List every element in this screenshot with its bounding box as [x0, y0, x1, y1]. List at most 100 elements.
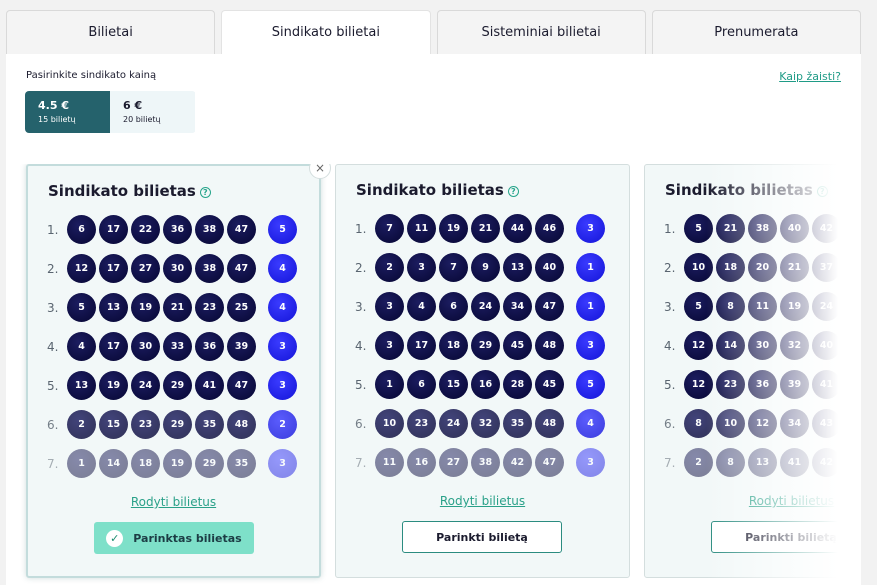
main-number-ball: 7 [375, 214, 404, 243]
show-tickets-link[interactable]: Rodyti bilietus [336, 494, 629, 508]
main-number-ball: 10 [684, 253, 713, 282]
main-number-ball: 32 [471, 409, 500, 438]
main-number-ball: 48 [227, 410, 256, 439]
card-title: Sindikato bilietas? [48, 182, 211, 200]
main-number-ball: 17 [99, 215, 128, 244]
main-number-ball: 24 [471, 292, 500, 321]
help-icon[interactable]: ? [507, 186, 519, 197]
main-number-ball: 11 [748, 292, 777, 321]
main-number-ball: 36 [195, 332, 224, 361]
main-number-ball: 21 [163, 293, 192, 322]
main-number-ball: 12 [684, 370, 713, 399]
price-amount: 6 € [123, 99, 143, 112]
card-title-text: Sindikato bilietas [48, 182, 196, 200]
ticket-row: 3. 5 8 11 19 24 [664, 292, 861, 322]
main-number-ball: 13 [748, 448, 777, 477]
main-number-ball: 48 [535, 409, 564, 438]
button-label: Parinkti bilietą [745, 530, 837, 544]
main-number-ball: 11 [407, 214, 436, 243]
price-option-6[interactable]: 6 € 20 bilietų [110, 91, 195, 133]
main-number-ball: 30 [748, 331, 777, 360]
main-number-ball: 21 [780, 253, 809, 282]
syndicate-ticket-card[interactable]: Sindikato bilietas? × 1. 6 17 22 36 38 47 5 2. 12 17… [26, 164, 331, 578]
main-number-ball: 6 [439, 292, 468, 321]
main-number-ball: 38 [195, 254, 224, 283]
main-number-ball: 47 [535, 448, 564, 477]
card-title: Sindikato bilietas? [356, 181, 519, 199]
show-tickets-link[interactable]: Rodyti bilietus [645, 494, 861, 508]
main-number-ball: 23 [407, 409, 436, 438]
row-number: 2. [47, 262, 59, 276]
main-number-ball: 23 [195, 293, 224, 322]
ticket-row: 5. 13 19 24 29 41 47 3 [47, 371, 307, 401]
row-number: 2. [664, 261, 676, 275]
main-number-ball: 11 [375, 448, 404, 477]
main-number-ball: 40 [812, 331, 841, 360]
select-ticket-button[interactable]: Parinkti bilietą [402, 521, 562, 553]
main-number-ball: 2 [67, 410, 96, 439]
main-number-ball: 38 [471, 448, 500, 477]
main-number-ball: 4 [67, 332, 96, 361]
main-number-ball: 34 [780, 409, 809, 438]
select-ticket-button[interactable]: Parinkti bilietą [711, 521, 861, 553]
ticket-row: 6. 10 23 24 32 35 48 4 [355, 409, 615, 439]
main-number-ball: 24 [812, 292, 841, 321]
row-number: 5. [664, 378, 676, 392]
price-option-4-5[interactable]: 4.5 € 15 bilietų [25, 91, 110, 133]
main-number-ball: 30 [163, 254, 192, 283]
main-number-ball: 2 [375, 253, 404, 282]
main-number-ball: 6 [407, 370, 436, 399]
ticket-row: 1. 5 21 38 40 42 [664, 214, 861, 244]
main-number-ball: 16 [471, 370, 500, 399]
extra-number-ball: 3 [576, 331, 605, 360]
main-number-ball: 40 [780, 214, 809, 243]
main-number-ball: 13 [67, 371, 96, 400]
main-number-ball: 10 [716, 409, 745, 438]
main-number-ball: 29 [163, 410, 192, 439]
price-selector: 4.5 € 15 bilietų 6 € 20 bilietų [25, 91, 196, 133]
close-icon[interactable]: × [309, 164, 331, 179]
price-ticket-count: 20 bilietų [123, 115, 161, 124]
row-number: 1. [664, 222, 676, 236]
tab-system-tickets[interactable]: Sisteminiai bilietai [436, 10, 646, 54]
main-number-ball: 22 [131, 215, 160, 244]
selected-ticket-button[interactable]: ✓ Parinktas bilietas [94, 522, 254, 554]
main-number-ball: 15 [99, 410, 128, 439]
row-number: 1. [355, 222, 367, 236]
row-number: 5. [47, 379, 59, 393]
extra-number-ball: 5 [268, 215, 297, 244]
ticket-row: 5. 12 23 36 39 41 [664, 370, 861, 400]
price-selector-label: Pasirinkite sindikato kainą [26, 70, 157, 81]
main-number-ball: 43 [812, 409, 841, 438]
main-number-ball: 21 [716, 214, 745, 243]
main-number-ball: 18 [131, 449, 160, 478]
row-number: 4. [664, 339, 676, 353]
main-number-ball: 18 [439, 331, 468, 360]
tab-subscription[interactable]: Prenumerata [651, 10, 861, 54]
help-icon[interactable]: ? [816, 186, 828, 197]
main-number-ball: 42 [812, 214, 841, 243]
tab-tickets[interactable]: Bilietai [6, 10, 216, 54]
help-icon[interactable]: ? [199, 187, 211, 198]
main-number-ball: 3 [407, 253, 436, 282]
show-tickets-link[interactable]: Rodyti bilietus [28, 495, 319, 509]
tab-syndicate-tickets[interactable]: Sindikato bilietai [221, 10, 431, 54]
ticket-row: 7. 2 8 13 41 42 [664, 448, 861, 478]
extra-number-ball: 3 [268, 371, 297, 400]
syndicate-ticket-card[interactable]: Sindikato bilietas? 1. 5 21 38 40 42 2. 10 18 20 21… [644, 164, 861, 578]
row-number: 3. [47, 301, 59, 315]
main-number-ball: 17 [99, 254, 128, 283]
extra-number-ball: 2 [268, 410, 297, 439]
main-number-ball: 38 [748, 214, 777, 243]
main-number-ball: 34 [503, 292, 532, 321]
how-to-play-link[interactable]: Kaip žaisti? [779, 70, 841, 83]
main-number-ball: 16 [407, 448, 436, 477]
syndicate-ticket-card[interactable]: Sindikato bilietas? 1. 7 11 19 21 44 46 3 2. 2 3 7 9 1… [335, 164, 630, 578]
main-number-ball: 47 [227, 371, 256, 400]
ticket-row: 2. 2 3 7 9 13 40 1 [355, 253, 615, 283]
ticket-row: 2. 12 17 27 30 38 47 4 [47, 254, 307, 284]
main-number-ball: 46 [535, 214, 564, 243]
extra-number-ball: 4 [268, 254, 297, 283]
main-number-ball: 41 [780, 448, 809, 477]
main-number-ball: 47 [535, 292, 564, 321]
